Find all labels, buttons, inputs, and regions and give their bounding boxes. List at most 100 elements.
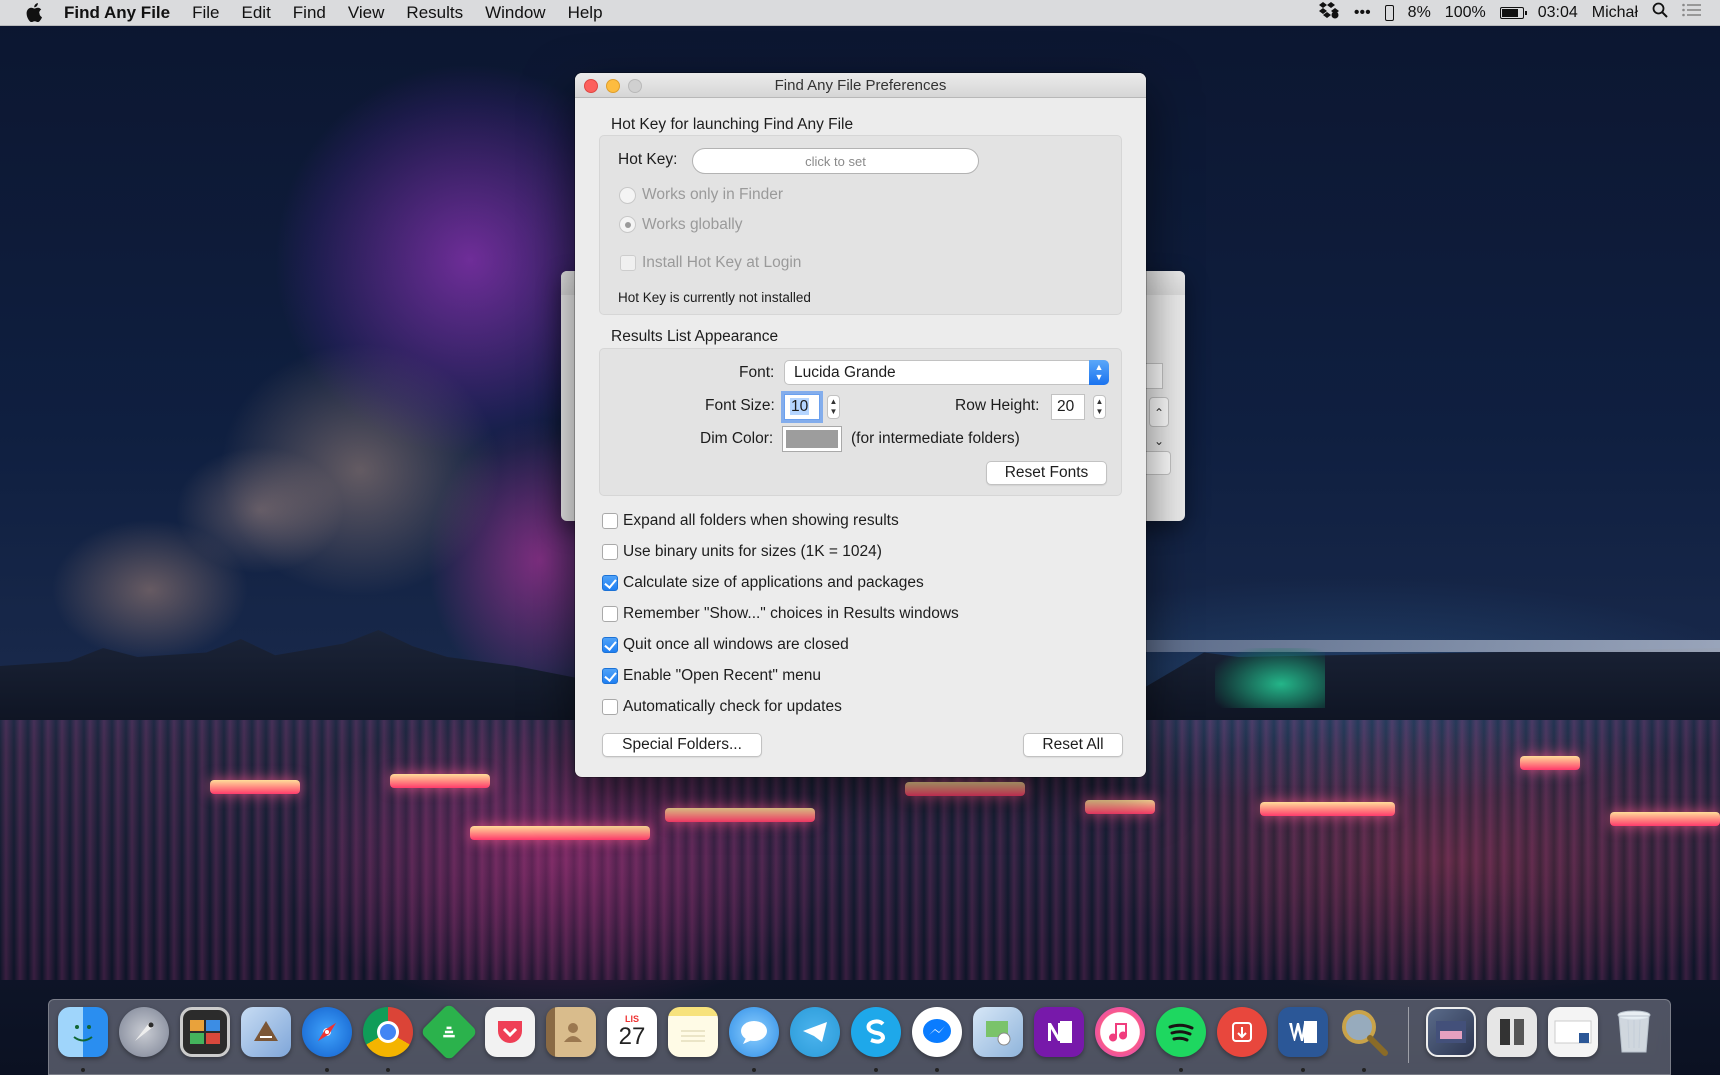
onenote-icon[interactable] [1034,1007,1084,1057]
menu-edit[interactable]: Edit [231,3,282,23]
notes-icon[interactable] [668,1007,718,1057]
option-checkbox-binary-units[interactable] [602,544,618,560]
option-label-check-updates[interactable]: Automatically check for updates [623,698,842,716]
menu-help[interactable]: Help [557,3,614,23]
battery-percent[interactable]: 100% [1445,4,1486,22]
row-height-field[interactable]: 20 [1051,394,1085,420]
dropbox-icon[interactable] [1318,1,1340,24]
zoom-button [628,79,642,93]
trash-icon[interactable] [1609,1007,1659,1057]
row-height-stepper[interactable]: ▲ ▼ [1093,395,1106,419]
running-indicator [1362,1068,1366,1072]
option-label-remember-show[interactable]: Remember "Show..." choices in Results wi… [623,605,959,623]
messages-icon[interactable] [729,1007,779,1057]
mail-icon[interactable] [241,1007,291,1057]
transmit-icon[interactable] [1217,1007,1267,1057]
running-indicator [935,1068,939,1072]
option-label-expand-folders[interactable]: Expand all folders when showing results [623,512,899,530]
spotlight-search-icon[interactable] [1652,2,1668,23]
font-label: Font: [739,364,775,381]
running-indicator [1301,1068,1305,1072]
reset-fonts-button[interactable]: Reset Fonts [986,461,1107,485]
messenger-icon[interactable] [912,1007,962,1057]
boat [470,826,650,840]
skype-icon[interactable] [851,1007,901,1057]
hotkey-recorder-field[interactable]: click to set [692,148,979,174]
photo-booth-icon[interactable] [180,1007,230,1057]
menu-window[interactable]: Window [474,3,556,23]
font-size-field[interactable]: 10 [784,394,820,420]
option-label-open-recent[interactable]: Enable "Open Recent" menu [623,667,821,685]
boat [1260,802,1395,816]
option-checkbox-quit-on-close[interactable] [602,637,618,653]
ellipsis-menu-icon[interactable]: ••• [1354,4,1371,22]
close-button[interactable] [584,79,598,93]
safari-icon[interactable] [302,1007,352,1057]
bridge-light [1215,648,1325,708]
reset-all-button[interactable]: Reset All [1023,733,1123,757]
window-title: Find Any File Preferences [774,76,947,94]
option-checkbox-remember-show[interactable] [602,606,618,622]
running-indicator [752,1068,756,1072]
option-checkbox-expand-folders[interactable] [602,513,618,529]
clock[interactable]: 03:04 [1538,4,1578,22]
menu-app-name[interactable]: Find Any File [64,3,181,23]
boat [1520,756,1580,770]
pocket-icon[interactable] [485,1007,535,1057]
row-height-label: Row Height: [955,397,1040,414]
install-login-checkbox [620,255,636,271]
hotkey-label: Hot Key: [618,151,678,168]
chrome-icon[interactable] [363,1007,413,1057]
word-icon[interactable] [1278,1007,1328,1057]
telegram-icon[interactable] [790,1007,840,1057]
menu-view[interactable]: View [337,3,396,23]
option-label-binary-units[interactable]: Use binary units for sizes (1K = 1024) [623,543,882,561]
special-folders-button[interactable]: Special Folders... [602,733,762,757]
launchpad-icon[interactable] [119,1007,169,1057]
option-label-quit-on-close[interactable]: Quit once all windows are closed [623,636,849,654]
hotkey-status: Hot Key is currently not installed [618,290,811,305]
finder-icon[interactable] [58,1007,108,1057]
phone-battery-icon[interactable] [1384,4,1394,21]
battery-icon[interactable] [1499,6,1527,19]
user-menu[interactable]: Michał [1592,4,1638,22]
apple-menu-icon[interactable] [24,3,44,23]
font-size-label: Font Size: [705,397,775,414]
menu-results[interactable]: Results [395,3,474,23]
window-titlebar[interactable]: Find Any File Preferences [575,73,1146,98]
appearance-section-title: Results List Appearance [611,328,779,345]
boat [1085,800,1155,814]
dock-separator [1408,1007,1409,1063]
calendar-icon[interactable]: LIS 27 [607,1007,657,1057]
radio-global [619,216,636,233]
option-checkbox-open-recent[interactable] [602,668,618,684]
menu-bar: Find Any File File Edit Find View Result… [0,0,1720,26]
phone-battery-percent[interactable]: 8% [1408,4,1431,22]
option-checkbox-check-updates[interactable] [602,699,618,715]
dim-color-well[interactable] [782,426,842,452]
contacts-icon[interactable] [546,1007,596,1057]
spotify-icon[interactable] [1156,1007,1206,1057]
documents-stack-icon[interactable] [1487,1007,1537,1057]
word-document-icon[interactable] [1548,1007,1598,1057]
boat [1610,812,1720,826]
menu-file[interactable]: File [181,3,230,23]
menu-find[interactable]: Find [282,3,337,23]
notification-center-icon[interactable] [1682,2,1702,23]
downloads-stack-icon[interactable] [1426,1007,1476,1057]
font-size-stepper[interactable]: ▲ ▼ [827,395,840,419]
font-popup[interactable]: Lucida Grande ▲ ▼ [784,360,1109,385]
boat [390,774,490,788]
running-indicator [325,1068,329,1072]
preferences-window: Find Any File Preferences Hot Key for la… [575,73,1146,777]
preview-icon[interactable] [973,1007,1023,1057]
radio-global-label: Works globally [642,216,743,233]
find-any-file-icon[interactable] [1339,1007,1389,1057]
dim-color-label: Dim Color: [700,430,774,447]
dim-color-note: (for intermediate folders) [851,430,1020,447]
option-checkbox-calculate-size[interactable] [602,575,618,591]
itunes-icon[interactable] [1095,1007,1145,1057]
option-label-calculate-size[interactable]: Calculate size of applications and packa… [623,574,924,592]
minimize-button[interactable] [606,79,620,93]
row-height-value: 20 [1057,398,1075,415]
